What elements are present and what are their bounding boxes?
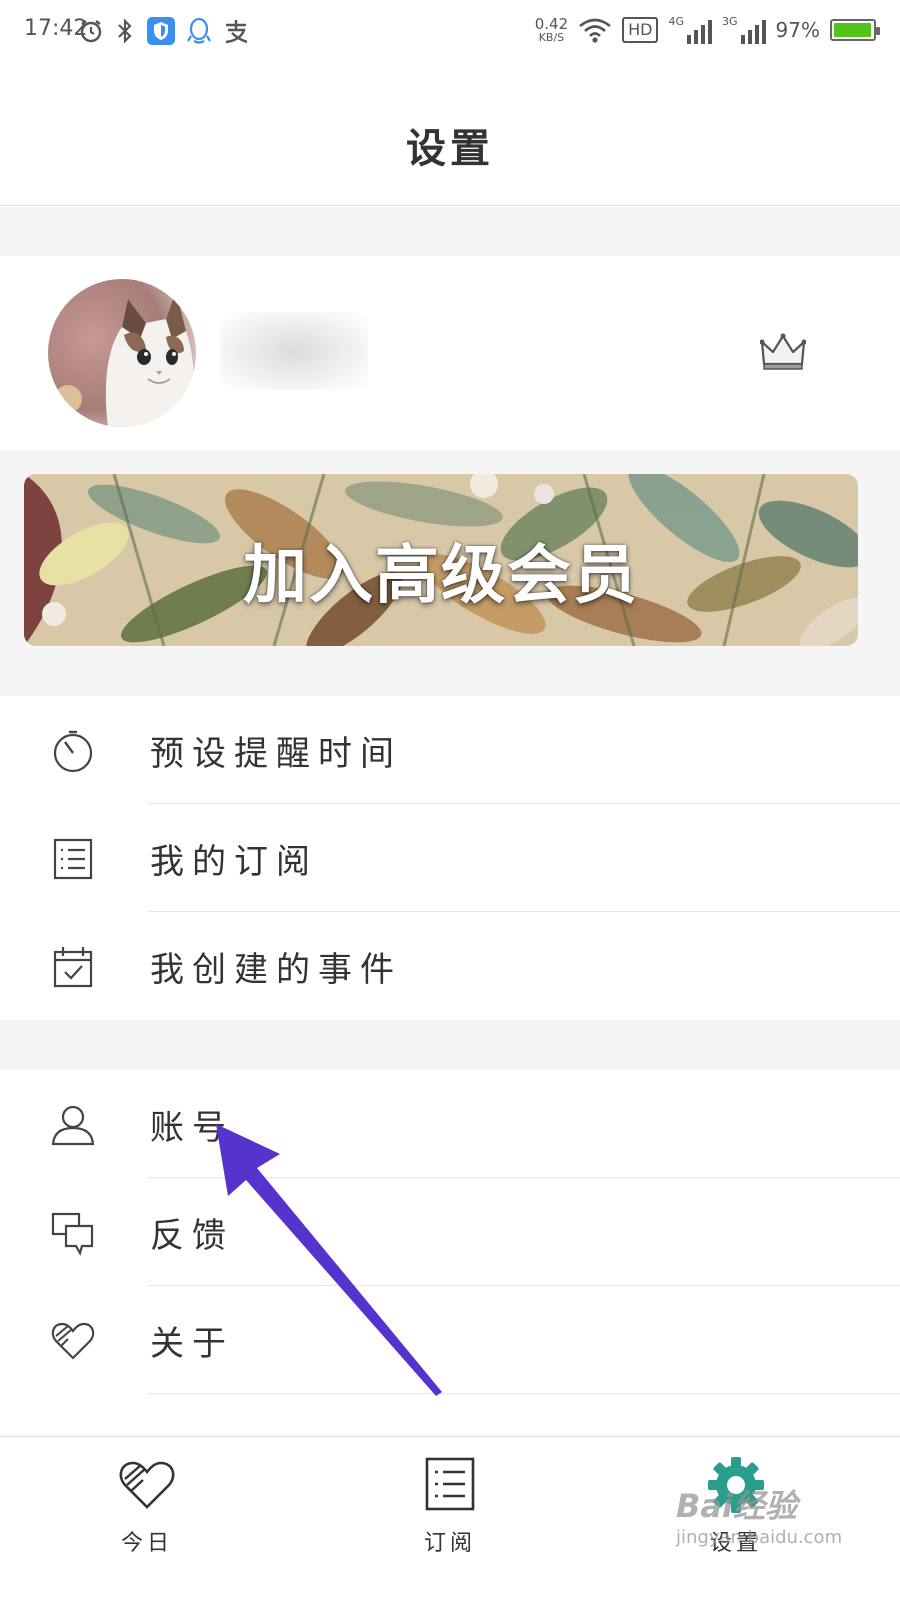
watermark: Bai经验 jingyan.baidu.com <box>672 1481 872 1561</box>
menu-item-my-events[interactable]: 我创建的事件 <box>0 912 900 1020</box>
heart-icon <box>119 1461 175 1509</box>
battery-fill <box>834 23 871 37</box>
menu-item-label: 我的订阅 <box>150 842 318 882</box>
chat-bubbles-icon <box>51 1212 94 1256</box>
list-icon <box>425 1457 475 1511</box>
menu-group-primary: 预设提醒时间 我的订阅 我创建的事件 <box>0 696 900 1020</box>
net-speed: 0.42 KB/S <box>534 15 569 44</box>
menu-item-account[interactable]: 账号 <box>0 1070 900 1178</box>
list-icon <box>53 838 93 880</box>
battery-percent: 97% <box>775 18 820 42</box>
section-gap <box>0 1020 900 1070</box>
tab-label: 订阅 <box>423 1531 476 1556</box>
avatar[interactable] <box>48 279 196 427</box>
bottom-tab-bar: 今日 订阅 设置 Bai经验 jingyan.baidu.com <box>0 1436 900 1600</box>
signal-bars-icon <box>687 20 713 44</box>
menu-item-label: 我创建的事件 <box>150 950 402 990</box>
alarm-icon <box>80 20 102 43</box>
menu-item-label: 反馈 <box>150 1216 234 1256</box>
qq-icon <box>187 17 211 44</box>
banner-title: 加入高级会员 <box>243 538 639 613</box>
user-icon <box>51 1105 95 1146</box>
menu-item-partial[interactable] <box>0 1394 900 1436</box>
banner-section: 加入高级会员 <box>0 450 900 696</box>
bluetooth-icon <box>118 18 132 44</box>
username-redacted <box>220 312 368 390</box>
menu-item-reminder-time[interactable]: 预设提醒时间 <box>0 696 900 804</box>
signal-3g: 3G <box>722 15 766 45</box>
premium-banner[interactable]: 加入高级会员 <box>24 474 858 646</box>
section-gap <box>0 207 900 256</box>
timer-icon <box>53 730 93 773</box>
menu-group-secondary: 账号 反馈 关于 <box>0 1070 900 1436</box>
status-icons-right: 0.42 KB/S HD 4G 3G 97% <box>534 12 880 48</box>
menu-item-feedback[interactable]: 反馈 <box>0 1178 900 1286</box>
signal-bars-icon <box>740 20 766 44</box>
calendar-check-icon <box>53 947 93 988</box>
hd-badge: HD <box>622 17 659 43</box>
menu-item-label: 关于 <box>150 1324 234 1364</box>
battery-icon <box>830 19 880 41</box>
wifi-icon <box>579 18 611 43</box>
tab-today[interactable]: 今日 <box>67 1437 227 1600</box>
menu-item-label: 账号 <box>150 1108 234 1148</box>
tab-subscriptions[interactable]: 订阅 <box>370 1437 530 1600</box>
tab-label: 今日 <box>120 1531 173 1556</box>
status-bar: 17:42 0.42 KB/S HD 4G 3G 97% <box>0 0 900 64</box>
profile-card[interactable] <box>0 256 900 450</box>
watermark-line-2: jingyan.baidu.com <box>676 1527 843 1548</box>
shield-app-icon <box>147 17 175 45</box>
status-icons-left <box>78 14 250 48</box>
page-header: 设置 <box>0 64 900 206</box>
menu-item-label: 预设提醒时间 <box>150 734 402 774</box>
menu-item-about[interactable]: 关于 <box>0 1286 900 1394</box>
watermark-line-1: Bai经验 <box>676 1487 797 1525</box>
cat-avatar-image <box>48 279 196 427</box>
partial-icon <box>50 1426 96 1436</box>
crown-icon[interactable] <box>760 332 806 372</box>
signal-4g: 4G <box>668 15 713 45</box>
heart-icon <box>51 1322 95 1360</box>
menu-item-my-subscriptions[interactable]: 我的订阅 <box>0 804 900 912</box>
alipay-icon <box>225 20 248 44</box>
page-title: 设置 <box>406 126 494 172</box>
